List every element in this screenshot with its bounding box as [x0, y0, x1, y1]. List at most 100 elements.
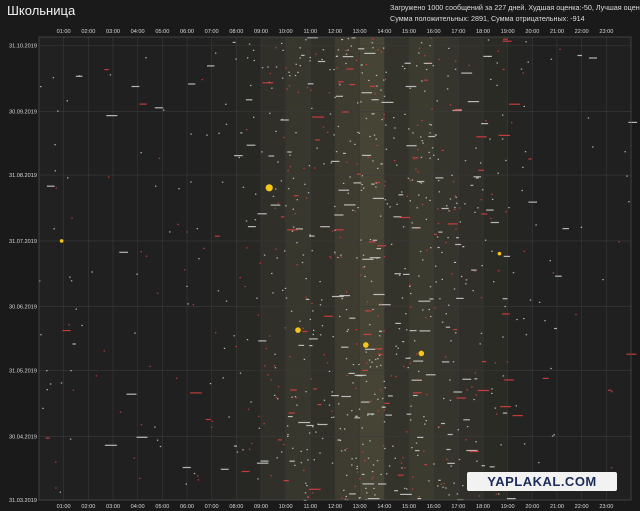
positive-message-point: [380, 215, 382, 217]
negative-message-point: [363, 333, 372, 335]
negative-message-point: [270, 379, 272, 381]
positive-message-point: [317, 423, 328, 426]
positive-message-point: [381, 406, 386, 408]
negative-message-point: [485, 120, 487, 122]
positive-message-point: [580, 226, 583, 228]
positive-message-point: [447, 75, 449, 77]
negative-message-point: [449, 104, 452, 106]
positive-message-point: [425, 68, 428, 71]
positive-message-point: [309, 56, 311, 59]
negative-message-point: [275, 248, 277, 250]
positive-message-point: [491, 392, 493, 394]
positive-message-point: [163, 109, 165, 111]
x-tick-label-top: 17:00: [451, 29, 465, 35]
negative-message-point: [426, 393, 428, 396]
positive-message-point: [371, 42, 373, 44]
positive-message-point: [352, 209, 354, 211]
negative-message-point: [446, 458, 448, 460]
positive-message-point: [428, 151, 430, 153]
top-rated-point: [59, 239, 64, 243]
negative-message-point: [415, 353, 418, 355]
positive-message-point: [357, 102, 359, 104]
negative-message-point: [477, 389, 490, 392]
positive-message-point: [481, 123, 489, 125]
negative-message-point: [273, 365, 276, 367]
positive-message-point: [360, 401, 370, 403]
positive-message-point: [383, 47, 385, 49]
x-tick-label-bottom: 17:00: [451, 504, 465, 510]
negative-message-point: [385, 78, 387, 80]
positive-message-point: [296, 242, 298, 244]
positive-message-point: [480, 162, 482, 164]
hour-band: [359, 37, 385, 500]
negative-message-point: [322, 126, 325, 128]
positive-message-point: [512, 272, 515, 274]
positive-message-point: [222, 377, 224, 379]
top-rated-point: [265, 184, 273, 192]
negative-message-point: [380, 353, 383, 355]
x-tick-label-top: 02:00: [81, 29, 95, 35]
positive-message-point: [397, 347, 399, 349]
positive-message-point: [250, 401, 252, 403]
negative-message-point: [478, 169, 484, 171]
positive-message-point: [277, 161, 279, 163]
negative-message-point: [498, 134, 511, 136]
x-tick-label-bottom: 05:00: [155, 504, 169, 510]
positive-message-point: [254, 219, 257, 221]
negative-message-point: [402, 457, 404, 459]
positive-message-point: [419, 250, 422, 253]
negative-message-point: [284, 327, 286, 329]
negative-message-point: [503, 38, 508, 40]
negative-message-point: [500, 406, 512, 408]
positive-message-point: [307, 459, 309, 461]
negative-message-point: [246, 129, 248, 131]
positive-message-point: [357, 207, 359, 209]
positive-message-point: [376, 85, 378, 87]
positive-message-point: [588, 57, 597, 59]
positive-message-point: [364, 52, 376, 54]
positive-message-point: [346, 414, 349, 416]
negative-message-point: [239, 277, 241, 279]
negative-message-point: [326, 362, 329, 364]
positive-message-point: [356, 465, 358, 468]
positive-message-point: [311, 107, 313, 109]
positive-message-point: [46, 185, 55, 187]
positive-message-point: [253, 116, 255, 118]
positive-message-point: [364, 348, 376, 350]
positive-message-point: [491, 388, 493, 390]
positive-message-point: [331, 295, 344, 298]
positive-message-point: [373, 134, 376, 136]
positive-message-point: [375, 138, 377, 140]
positive-message-point: [289, 75, 291, 77]
positive-message-point: [52, 77, 55, 79]
positive-message-point: [393, 117, 395, 119]
positive-message-point: [470, 184, 474, 186]
positive-message-point: [379, 335, 381, 337]
negative-message-point: [104, 69, 109, 71]
positive-message-point: [377, 167, 379, 169]
negative-message-point: [371, 478, 373, 480]
positive-message-point: [435, 281, 437, 283]
positive-message-point: [351, 410, 353, 412]
positive-message-point: [374, 393, 376, 395]
positive-message-point: [404, 113, 406, 115]
positive-message-point: [430, 315, 432, 318]
positive-message-point: [361, 473, 365, 475]
negative-message-point: [455, 228, 457, 230]
positive-message-point: [443, 397, 445, 400]
positive-message-point: [407, 177, 410, 179]
positive-message-point: [154, 426, 156, 428]
positive-message-point: [69, 276, 71, 278]
positive-message-point: [344, 428, 346, 430]
x-tick-label-top: 04:00: [131, 29, 145, 35]
positive-message-point: [437, 485, 439, 487]
negative-message-point: [289, 356, 291, 358]
negative-message-point: [259, 262, 261, 264]
negative-message-point: [248, 448, 251, 450]
positive-message-point: [369, 239, 372, 241]
positive-message-point: [382, 397, 384, 400]
positive-message-point: [67, 177, 69, 179]
positive-message-point: [309, 235, 315, 237]
positive-message-point: [498, 493, 500, 495]
positive-message-point: [301, 54, 305, 56]
